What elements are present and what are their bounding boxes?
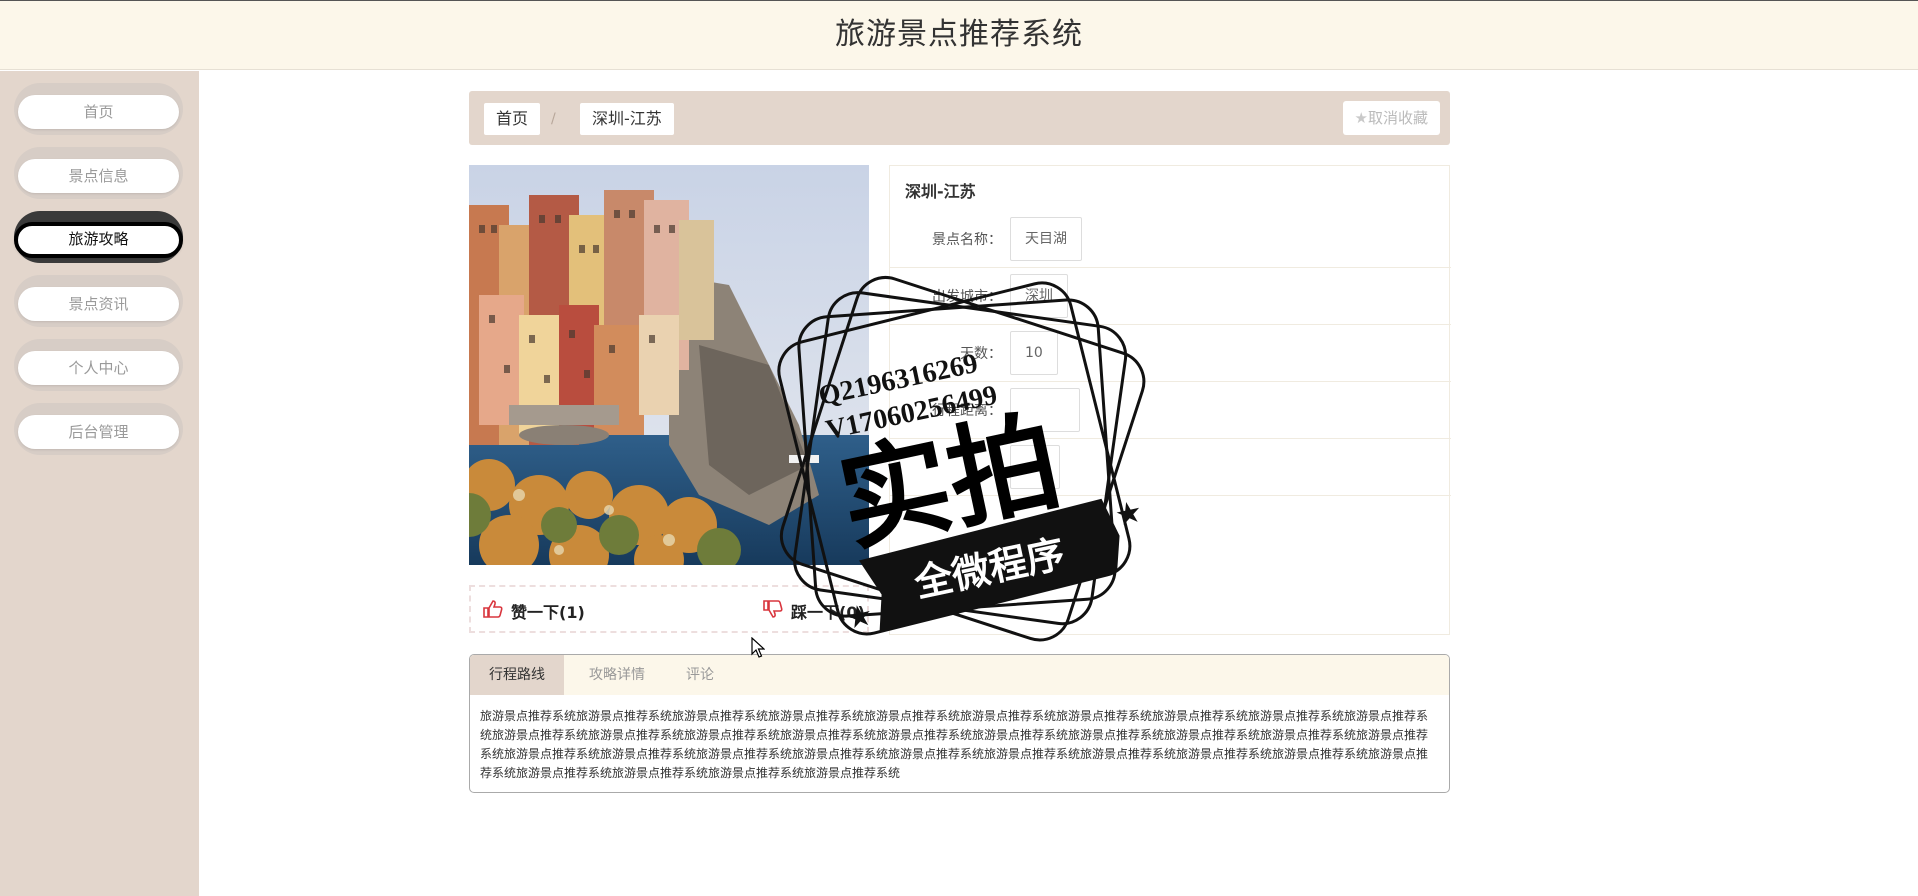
- tab-content-text: 旅游景点推荐系统旅游景点推荐系统旅游景点推荐系统旅游景点推荐系统旅游景点推荐系统…: [480, 709, 1429, 780]
- field-label: 行程距离：: [932, 403, 1002, 419]
- breadcrumb-current: 深圳-江苏: [580, 103, 674, 135]
- guide-title: 深圳-江苏: [905, 182, 976, 201]
- mouse-cursor-icon: [751, 637, 765, 658]
- tab-guide-details[interactable]: 攻略详情: [582, 655, 652, 695]
- sidebar-item-label: 首页: [18, 95, 179, 129]
- tab-route[interactable]: 行程路线: [470, 655, 564, 695]
- guide-info-panel: 深圳-江苏 景点名称： 天目湖 出发城市： 深圳 天数： 10 行程距离：: [889, 165, 1451, 635]
- tab-comments[interactable]: 评论: [680, 655, 720, 695]
- site-title: 旅游景点推荐系统: [835, 17, 1083, 52]
- thumbs-down-icon[interactable]: [763, 600, 783, 618]
- sidebar-item-attractions[interactable]: 景点信息: [14, 147, 183, 199]
- sidebar-item-label: 个人中心: [18, 351, 179, 385]
- sidebar-item-home[interactable]: 首页: [14, 83, 183, 135]
- sidebar-item-label: 旅游攻略: [14, 222, 183, 258]
- sidebar-item-label: 景点资讯: [18, 287, 179, 321]
- tab-bar: 行程路线 攻略详情 评论: [470, 655, 1449, 695]
- sidebar-item-label: 景点信息: [18, 159, 179, 193]
- attraction-photo: [469, 165, 869, 565]
- dislike-button[interactable]: 踩一下(0): [791, 599, 865, 623]
- sidebar-item-label: 后台管理: [18, 415, 179, 449]
- sidebar-item-admin[interactable]: 后台管理: [14, 403, 183, 455]
- sidebar-item-news[interactable]: 景点资讯: [14, 275, 183, 327]
- unfavorite-label: 取消收藏: [1367, 109, 1428, 127]
- star-icon: ★: [1354, 109, 1368, 127]
- sidebar: 首页 景点信息 旅游攻略 景点资讯 个人中心 后台管理: [0, 71, 199, 896]
- field-value: [1010, 445, 1060, 489]
- field-row-departure-city: 出发城市： 深圳: [890, 268, 1451, 325]
- field-value: 天目湖: [1010, 217, 1082, 261]
- like-button[interactable]: 赞一下(1): [511, 599, 585, 623]
- guide-tabs: 行程路线 攻略详情 评论 旅游景点推荐系统旅游景点推荐系统旅游景点推荐系统旅游景…: [469, 654, 1450, 793]
- breadcrumb: 首页 / 深圳-江苏 ★取消收藏: [469, 91, 1450, 145]
- unfavorite-button[interactable]: ★取消收藏: [1342, 101, 1440, 135]
- field-value: [1010, 388, 1080, 432]
- field-label: 景点名称：: [932, 232, 1002, 248]
- thumbs-up-icon[interactable]: [483, 600, 503, 618]
- sidebar-item-travel-guide[interactable]: 旅游攻略: [14, 211, 183, 263]
- top-header: 旅游景点推荐系统: [0, 0, 1918, 70]
- field-row-extra: [890, 439, 1451, 496]
- field-label: 出发城市：: [932, 289, 1002, 305]
- field-label: 天数：: [960, 346, 1002, 362]
- breadcrumb-separator: /: [551, 111, 556, 127]
- field-row-days: 天数： 10: [890, 325, 1451, 382]
- field-row-distance: 行程距离：: [890, 382, 1451, 439]
- field-value: 深圳: [1010, 274, 1068, 318]
- field-value: 10: [1010, 331, 1058, 375]
- sidebar-item-profile[interactable]: 个人中心: [14, 339, 183, 391]
- vote-bar: 赞一下(1) 踩一下(0): [469, 585, 869, 633]
- coastal-village-image: [469, 165, 869, 565]
- breadcrumb-home-link[interactable]: 首页: [484, 103, 541, 135]
- field-row-attraction-name: 景点名称： 天目湖: [890, 211, 1451, 268]
